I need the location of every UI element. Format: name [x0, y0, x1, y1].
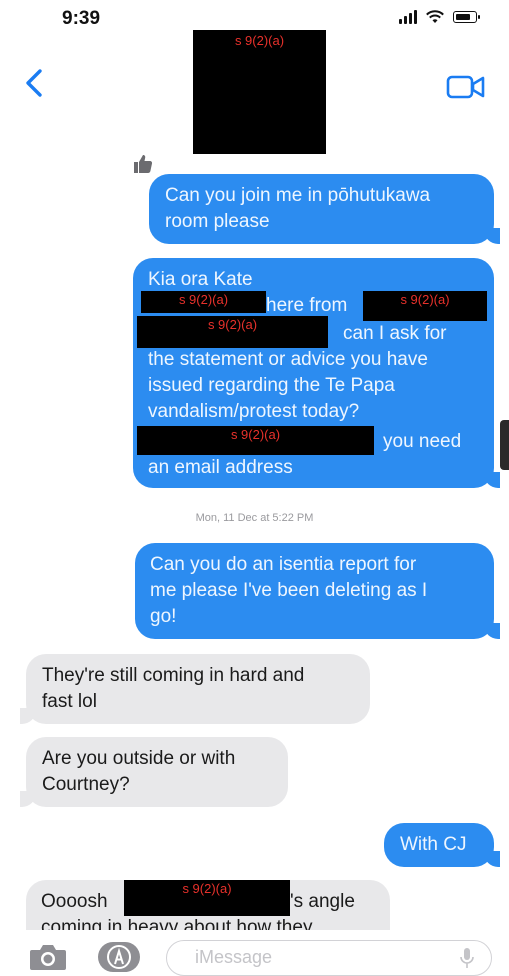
scroll-edge — [500, 420, 509, 470]
message-bubble-sent[interactable]: Can you join me in pōhutukawa room pleas… — [149, 174, 500, 244]
status-time: 9:39 — [62, 8, 101, 29]
message-bubble-sent[interactable]: With CJ — [384, 823, 500, 867]
thumbs-up-icon[interactable] — [131, 152, 155, 176]
redaction-label: s 9(2)(a) — [400, 292, 450, 307]
conversation-header: s 9(2)(a) — [0, 30, 509, 158]
signal-icon — [399, 10, 417, 24]
message-text: Can you join me in pōhutukawa — [165, 185, 431, 206]
camera-icon[interactable] — [28, 942, 68, 972]
message-text: Kia ora Kate — [148, 269, 253, 290]
message-bubble-sent[interactable]: Kia ora Kate s 9(2)(a) here from s 9(2)(… — [133, 258, 500, 488]
message-text: issued regarding the Te Papa — [148, 375, 395, 396]
message-text: vandalism/protest today? — [148, 401, 360, 422]
back-chevron-icon[interactable] — [22, 68, 48, 98]
message-text: can I ask for — [343, 323, 447, 344]
message-text: With CJ — [400, 834, 467, 855]
battery-icon — [453, 11, 480, 23]
redaction-label: s 9(2)(a) — [178, 292, 229, 307]
compose-bar: iMessage — [0, 930, 509, 976]
message-text: fast lol — [42, 691, 97, 712]
redaction-box: s 9(2)(a) — [137, 426, 374, 455]
message-text: an email address — [148, 457, 293, 478]
status-icons — [399, 10, 480, 24]
app-store-icon[interactable] — [96, 940, 142, 974]
message-text: go! — [150, 606, 177, 627]
message-input-placeholder: iMessage — [195, 947, 273, 967]
message-text: 's angle — [290, 891, 355, 912]
redaction-box: s 9(2)(a) — [363, 291, 487, 321]
message-text: the statement or advice you have — [148, 349, 428, 370]
contact-avatar-redacted[interactable]: s 9(2)(a) — [193, 30, 326, 154]
message-text: They're still coming in hard and — [42, 665, 305, 686]
message-bubble-received[interactable]: They're still coming in hard and fast lo… — [20, 654, 370, 724]
message-text: Are you outside or with — [42, 748, 236, 769]
video-call-icon[interactable] — [446, 74, 486, 100]
redaction-label: s 9(2)(a) — [234, 33, 285, 48]
wifi-icon — [426, 10, 444, 23]
redaction-label: s 9(2)(a) — [182, 881, 232, 896]
message-text: Can you do an isentia report for — [150, 554, 417, 575]
redaction-box: s 9(2)(a) — [124, 880, 290, 916]
message-text: you need — [383, 431, 462, 452]
message-text: Oooosh — [41, 891, 108, 912]
microphone-icon[interactable] — [459, 947, 475, 969]
message-input[interactable]: iMessage — [166, 940, 492, 976]
redaction-label: s 9(2)(a) — [230, 427, 281, 442]
message-bubble-sent[interactable]: Can you do an isentia report for me plea… — [135, 543, 500, 639]
message-bubble-received[interactable]: Are you outside or with Courtney? — [20, 737, 288, 807]
message-timestamp: Mon, 11 Dec at 5:22 PM — [195, 512, 314, 524]
redaction-box: s 9(2)(a) — [141, 291, 266, 313]
message-text: me please I've been deleting as I — [150, 580, 428, 601]
redaction-box: s 9(2)(a) — [137, 316, 328, 348]
redaction-label: s 9(2)(a) — [207, 317, 258, 332]
message-text: room please — [165, 211, 270, 232]
message-text: Courtney? — [42, 774, 130, 795]
